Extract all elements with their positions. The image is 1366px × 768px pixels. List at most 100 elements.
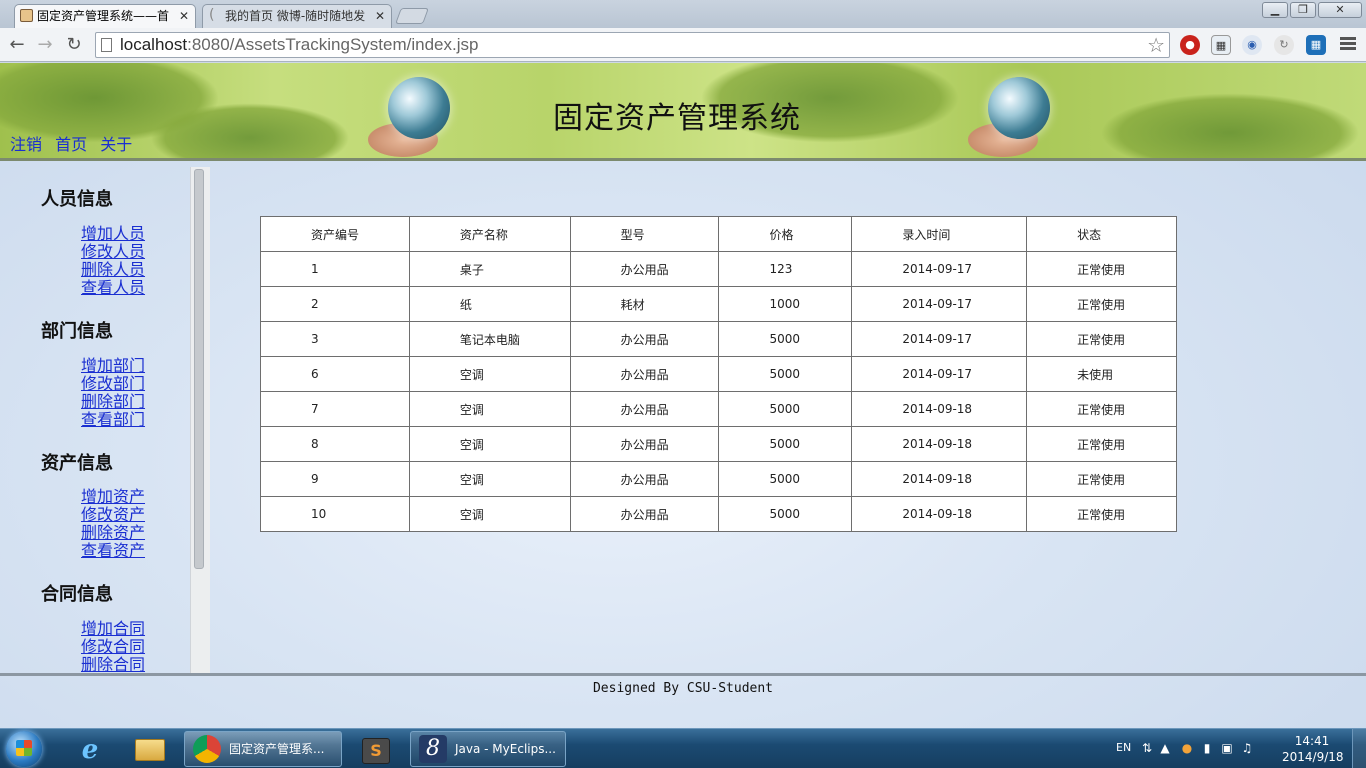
sublime-text-icon[interactable]: S [350,733,402,767]
qq-icon[interactable]: ● [1180,741,1194,755]
about-link[interactable]: 关于 [100,135,132,154]
asset-model-cell: 办公用品 [569,356,720,392]
sidebar-item-delete-department[interactable]: 删除部门 [81,393,145,411]
bookmark-star-icon[interactable]: ☆ [1147,33,1165,57]
reload-icon[interactable]: ↻ [63,34,85,56]
sidebar-item-edit-asset[interactable]: 修改资产 [81,506,145,524]
column-header: 型号 [569,216,720,252]
footer-credit: Designed By CSU-Student [592,681,773,696]
sidebar-item-edit-department[interactable]: 修改部门 [81,375,145,393]
asset-date-cell: 2014-09-18 [851,426,1028,462]
asset-status-cell: 正常使用 [1026,426,1177,462]
show-hidden-icons-icon[interactable]: ▲ [1158,741,1172,755]
sidebar-item-delete-contract[interactable]: 删除合同 [81,656,145,674]
sidebar-item-delete-person[interactable]: 删除人员 [81,261,145,279]
adblock-extension-icon[interactable]: ● [1180,35,1200,55]
asset-date-cell: 2014-09-17 [851,321,1028,357]
restore-button[interactable]: ❐ [1290,2,1316,18]
tab-active[interactable]: 固定资产管理系统——首 ✕ [14,4,196,28]
sidebar-scrollbar-thumb[interactable] [194,169,204,569]
language-indicator[interactable]: EN [1116,741,1131,754]
back-arrow-icon[interactable]: ← [6,34,28,56]
sidebar-item-view-asset[interactable]: 查看资产 [81,542,145,560]
asset-model-cell: 办公用品 [569,426,720,462]
asset-status-cell: 正常使用 [1026,391,1177,427]
asset-name-cell: 空调 [408,426,571,462]
asset-date-cell: 2014-09-17 [851,251,1028,287]
sidebar-item-edit-contract[interactable]: 修改合同 [81,638,145,656]
sidebar-item-edit-person[interactable]: 修改人员 [81,243,145,261]
asset-name-cell: 笔记本电脑 [408,321,571,357]
asset-status-cell: 正常使用 [1026,251,1177,287]
network-icon[interactable]: ▣ [1220,741,1234,755]
sidebar-item-view-person[interactable]: 查看人员 [81,279,145,297]
asset-name-cell: 空调 [408,391,571,427]
asset-model-cell: 办公用品 [569,251,720,287]
sidebar-group-asset-title: 资产信息 [41,453,113,474]
page-viewport: 固定资产管理系统 注销 首页 关于 人员信息 增加人员 修改人员 删除人员 查看… [0,63,1366,728]
table-row: 3 笔记本电脑 办公用品 5000 2014-09-17 正常使用 [260,321,1177,357]
chrome-menu-icon[interactable] [1340,37,1356,52]
clock-time: 14:41 [1294,734,1330,748]
usb-device-icon[interactable]: ▮ [1200,741,1214,755]
tab-active-label: 固定资产管理系统——首 [37,9,170,23]
forward-arrow-icon[interactable]: → [34,34,56,56]
tab-weibo[interactable]: ( 我的首页 微博-随时随地发 ✕ [202,4,392,28]
asset-id-cell: 3 [260,321,410,357]
asset-status-cell: 正常使用 [1026,461,1177,497]
globe-icon [988,77,1050,139]
window-controls: ▁ ❐ ✕ [1262,2,1362,18]
sync-extension-icon[interactable]: ↻ [1274,35,1294,55]
column-header: 资产名称 [408,216,571,252]
myeclipse-icon: 8 [419,735,447,763]
sidebar-group-department-title: 部门信息 [41,321,113,342]
asset-date-cell: 2014-09-18 [851,461,1028,497]
taskbar-task-myeclipse[interactable]: 8 Java - MyEclips... [410,731,566,767]
leaf-decoration [1100,93,1360,158]
address-bar[interactable]: localhost:8080/AssetsTrackingSystem/inde… [95,32,1170,58]
taskbar-task-chrome[interactable]: 固定资产管理系... [184,731,342,767]
header-banner: 固定资产管理系统 注销 首页 关于 [0,63,1366,161]
sidebar-item-view-department[interactable]: 查看部门 [81,411,145,429]
sidebar-item-add-department[interactable]: 增加部门 [81,357,145,375]
internet-explorer-icon[interactable]: e [64,733,116,767]
sidebar-item-add-person[interactable]: 增加人员 [81,225,145,243]
sidebar-item-add-asset[interactable]: 增加资产 [81,488,145,506]
file-explorer-icon[interactable] [124,733,176,767]
volume-icon[interactable]: ♫ [1240,741,1254,755]
asset-name-cell: 空调 [408,496,571,532]
sidebar-item-delete-asset[interactable]: 删除资产 [81,524,145,542]
input-method-icon[interactable]: ⇅ [1140,741,1154,755]
sidebar-group-contract-title: 合同信息 [41,584,113,605]
sidebar-item-add-contract[interactable]: 增加合同 [81,620,145,638]
new-tab-button[interactable] [395,8,429,24]
asset-model-cell: 耗材 [569,286,720,322]
asset-id-cell: 2 [260,286,410,322]
page-icon [101,38,112,52]
table-row: 1 桌子 办公用品 123 2014-09-17 正常使用 [260,251,1177,287]
url-text[interactable]: localhost:8080/AssetsTrackingSystem/inde… [120,35,478,55]
url-host: localhost [120,35,188,54]
logout-link[interactable]: 注销 [10,135,42,154]
minimize-button[interactable]: ▁ [1262,2,1288,18]
show-desktop-button[interactable] [1352,729,1366,768]
asset-price-cell: 123 [718,251,853,287]
start-button[interactable] [6,731,42,767]
asset-model-cell: 办公用品 [569,391,720,427]
sidebar-scrollbar[interactable] [190,167,210,673]
calendar-extension-icon[interactable]: ▦ [1211,35,1231,55]
asset-date-cell: 2014-09-17 [851,286,1028,322]
clock[interactable]: 14:41 2014/9/18 [1282,733,1344,765]
tab-close-icon[interactable]: ✕ [179,5,189,27]
window-extension-icon[interactable]: ▦ [1306,35,1326,55]
translate-extension-icon[interactable]: ◉ [1242,35,1262,55]
tab-close-icon[interactable]: ✕ [375,5,385,27]
browser-tab-strip: 固定资产管理系统——首 ✕ ( 我的首页 微博-随时随地发 ✕ ▁ ❐ ✕ [0,0,1366,28]
close-window-button[interactable]: ✕ [1318,2,1362,18]
column-header: 录入时间 [851,216,1028,252]
column-header: 资产编号 [260,216,410,252]
home-link[interactable]: 首页 [55,135,87,154]
asset-id-cell: 10 [260,496,410,532]
chrome-icon [193,735,221,763]
top-nav-links: 注销 首页 关于 [10,131,140,155]
